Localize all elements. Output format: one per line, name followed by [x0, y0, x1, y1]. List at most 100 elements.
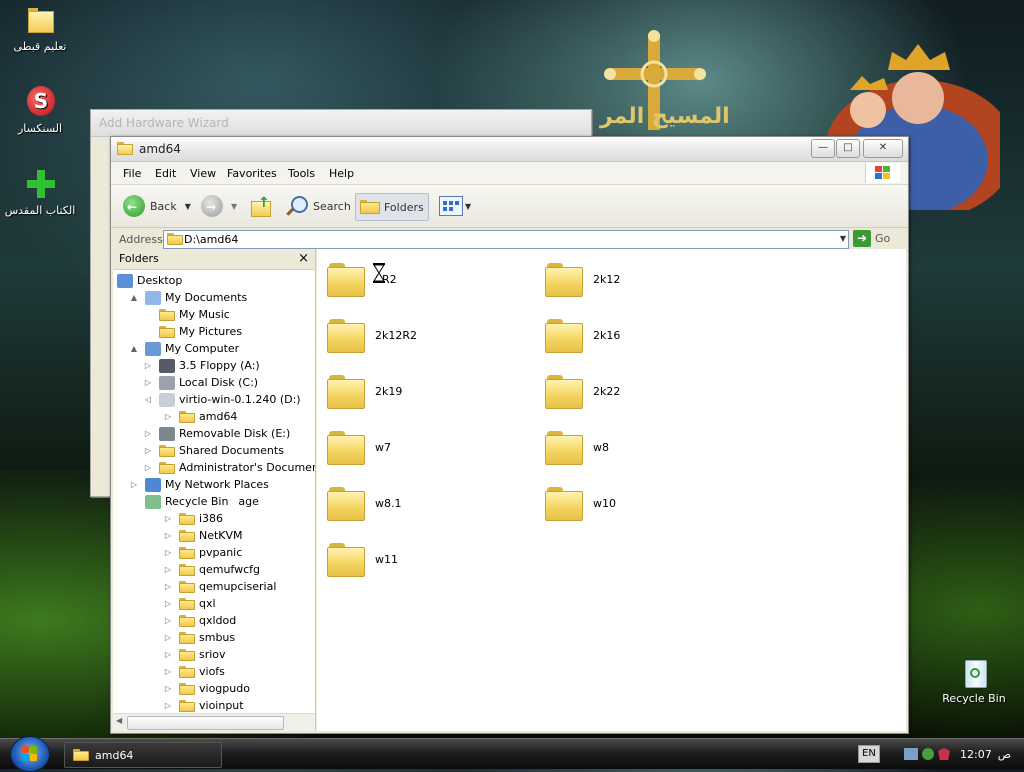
tree-expander-icon[interactable]: ▷ — [163, 514, 173, 523]
tree-expander-icon[interactable]: ▷ — [143, 361, 153, 370]
tree-item[interactable]: ▷ qxldod — [163, 612, 236, 629]
tree-item[interactable]: ▷ viogpudo — [163, 680, 250, 697]
chevron-down-icon[interactable]: ▼ — [840, 234, 846, 243]
views-button[interactable]: ▼ — [439, 193, 471, 219]
scrollbar-thumb[interactable] — [127, 716, 284, 730]
tree-item[interactable]: ▲ My Computer — [129, 340, 239, 357]
desktop-icon-bible[interactable]: الكتاب المقدس — [0, 168, 80, 217]
tree-expander-icon[interactable]: ▷ — [163, 616, 173, 625]
desktop-icon-synaxarium[interactable]: S السنكسار — [0, 86, 80, 135]
tree-item[interactable]: My Music — [143, 306, 230, 323]
title-bar[interactable]: amd64 — □ ✕ — [111, 137, 908, 162]
folder-item[interactable]: w7 — [327, 423, 487, 471]
tree-item[interactable]: ▷ smbus — [163, 629, 235, 646]
menu-edit[interactable]: Edit — [155, 167, 176, 180]
tree-item[interactable]: ▷ Shared Documents — [143, 442, 284, 459]
network-icon[interactable] — [904, 748, 918, 760]
explorer-window[interactable]: amd64 — □ ✕ File Edit View Favorites Too… — [110, 136, 909, 734]
folder-item[interactable]: 2k12 — [545, 255, 705, 303]
tree-expander-icon[interactable]: ▷ — [163, 412, 173, 421]
search-button[interactable]: Search — [285, 193, 351, 219]
tree-item[interactable]: ▷ Administrator's Documents — [143, 459, 315, 476]
menu-help[interactable]: Help — [329, 167, 354, 180]
tree-expander-icon[interactable]: ▷ — [163, 633, 173, 642]
chevron-down-icon[interactable]: ▼ — [231, 202, 237, 211]
minimize-button[interactable]: — — [811, 139, 835, 158]
scroll-left-icon[interactable]: ◀ — [116, 716, 122, 725]
tree-item[interactable]: Recycle Bin age — [129, 493, 259, 510]
tree-item[interactable]: My Pictures — [143, 323, 242, 340]
tree-expander-icon[interactable]: ◁ — [143, 395, 153, 404]
tree-item[interactable]: ▷ vioinput — [163, 697, 244, 714]
safely-remove-icon[interactable] — [922, 748, 934, 760]
address-field[interactable]: D:\amd64 ▼ — [163, 230, 849, 249]
tree-expander-icon[interactable]: ▷ — [163, 531, 173, 540]
tree-item[interactable]: ▷ qxl — [163, 595, 216, 612]
menu-tools[interactable]: Tools — [288, 167, 315, 180]
tree-expander-icon[interactable]: ▷ — [163, 701, 173, 710]
tree-item[interactable]: ▷ qemupciserial — [163, 578, 276, 595]
tree-expander-icon[interactable]: ▷ — [163, 650, 173, 659]
tree-expander-icon[interactable]: ▷ — [163, 667, 173, 676]
menu-view[interactable]: View — [190, 167, 216, 180]
up-folder-button[interactable]: ↑ — [249, 193, 273, 219]
folder-item[interactable]: w11 — [327, 535, 487, 583]
desktop-icon-recycle-bin[interactable]: Recycle Bin — [934, 656, 1014, 705]
folders-button[interactable]: Folders — [355, 193, 429, 221]
folder-item[interactable]: w10 — [545, 479, 705, 527]
tree-item[interactable]: ▷ pvpanic — [163, 544, 242, 561]
tree-expander-icon[interactable]: ▷ — [143, 429, 153, 438]
tree-expander-icon[interactable]: ▲ — [129, 344, 139, 353]
back-button[interactable]: ← Back ▼ — [123, 193, 191, 219]
taskbar-button-amd64[interactable]: amd64 — [64, 742, 222, 768]
tree-item[interactable]: ▷ viofs — [163, 663, 225, 680]
tree-item[interactable]: ▷ i386 — [163, 510, 223, 527]
language-indicator[interactable]: EN — [858, 745, 880, 763]
desktop-icon-coptic-teaching[interactable]: تعليم قبطى — [0, 4, 80, 53]
chevron-down-icon[interactable]: ▼ — [185, 202, 191, 211]
maximize-button[interactable]: □ — [836, 139, 860, 158]
tree-item[interactable]: ▷ Removable Disk (E:) — [143, 425, 290, 442]
tree-expander-icon[interactable]: ▷ — [143, 463, 153, 472]
tree-expander-icon[interactable]: ▷ — [129, 480, 139, 489]
tree-item[interactable]: ▷ sriov — [163, 646, 226, 663]
folder-item[interactable]: 2k22 — [545, 367, 705, 415]
menu-file[interactable]: File — [123, 167, 141, 180]
shield-icon[interactable] — [938, 748, 950, 760]
tree-item[interactable]: ▷ qemufwcfg — [163, 561, 260, 578]
tree-item[interactable]: ▷ 3.5 Floppy (A:) — [143, 357, 260, 374]
tree-expander-icon[interactable]: ▷ — [163, 684, 173, 693]
horizontal-scrollbar[interactable]: ◀ — [113, 713, 315, 731]
forward-button[interactable]: → ▼ — [201, 193, 237, 219]
folder-item[interactable]: w8 — [545, 423, 705, 471]
tree-expander-icon[interactable]: ▷ — [163, 548, 173, 557]
folder-item[interactable]: 2k16 — [545, 311, 705, 359]
tree-item[interactable]: ◁ virtio-win-0.1.240 (D:) — [143, 391, 301, 408]
tree-expander-icon[interactable]: ▲ — [129, 293, 139, 302]
clock[interactable]: 12:07 — [960, 748, 992, 761]
tree-item[interactable]: ▷ My Network Places — [129, 476, 269, 493]
start-button[interactable] — [10, 736, 50, 772]
folder-item[interactable]: 2k12R2 — [327, 311, 487, 359]
close-icon[interactable]: × — [298, 249, 309, 269]
menu-favorites[interactable]: Favorites — [227, 167, 277, 180]
chevron-down-icon[interactable]: ▼ — [465, 202, 471, 211]
tree-item[interactable]: ▷ Local Disk (C:) — [143, 374, 258, 391]
folder-item[interactable]: 2k19 — [327, 367, 487, 415]
tree-item[interactable]: ▷ amd64 — [163, 408, 238, 425]
tree-expander-icon[interactable]: ▷ — [143, 378, 153, 387]
folder-item[interactable]: w8.1 — [327, 479, 487, 527]
tree-expander-icon[interactable]: ▷ — [163, 582, 173, 591]
tree-item[interactable]: ▷ NetKVM — [163, 527, 243, 544]
close-button[interactable]: ✕ — [863, 139, 903, 158]
file-list[interactable]: 8R2 2k12 2k12R2 2k16 2k19 2k22 w7 w8 w8.1 w10 w11 — [317, 249, 906, 731]
folder-icon — [179, 546, 195, 559]
go-button[interactable]: ➜ Go — [853, 230, 890, 247]
tree-expander-icon[interactable]: ▷ — [163, 599, 173, 608]
tree-expander-icon[interactable]: ▷ — [163, 565, 173, 574]
folder-item[interactable]: 8R2 — [327, 255, 487, 303]
folders-pane[interactable]: Folders × Desktop ▲ My Documents My Music My… — [113, 249, 316, 731]
tree-item[interactable]: Desktop — [117, 272, 182, 289]
tree-item[interactable]: ▲ My Documents — [129, 289, 247, 306]
tree-expander-icon[interactable]: ▷ — [143, 446, 153, 455]
